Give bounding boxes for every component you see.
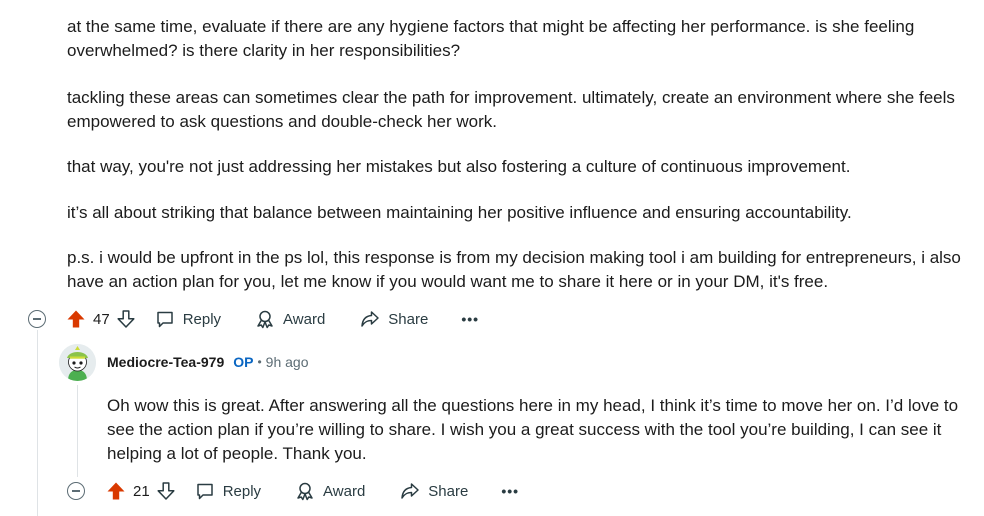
award-icon bbox=[257, 310, 273, 329]
award-button[interactable]: Award bbox=[295, 481, 365, 501]
reply-button[interactable]: Reply bbox=[155, 309, 221, 329]
share-label: Share bbox=[388, 310, 429, 328]
share-label: Share bbox=[428, 482, 469, 500]
collapse-icon[interactable] bbox=[28, 310, 46, 328]
comment-paragraph: at the same time, evaluate if there are … bbox=[67, 17, 915, 60]
more-options-button[interactable]: ••• bbox=[501, 483, 519, 499]
upvote-button[interactable] bbox=[66, 309, 86, 329]
vote-count: 47 bbox=[93, 310, 110, 328]
reply-thread-line[interactable] bbox=[77, 385, 78, 477]
downvote-button[interactable] bbox=[156, 481, 176, 501]
more-icon: ••• bbox=[461, 311, 480, 327]
comment-paragraph: it’s all about striking that balance bet… bbox=[67, 203, 852, 222]
vote-count: 21 bbox=[133, 482, 150, 500]
comment-paragraph: that way, you're not just addressing her… bbox=[67, 157, 851, 176]
more-options-button[interactable]: ••• bbox=[461, 311, 479, 327]
username-link[interactable]: Mediocre-Tea-979 bbox=[107, 354, 224, 370]
reply-label: Reply bbox=[222, 482, 262, 500]
share-icon bbox=[361, 311, 380, 327]
comment-timestamp[interactable]: 9h ago bbox=[266, 354, 309, 370]
reply-button[interactable]: Reply bbox=[195, 481, 261, 501]
upvote-icon bbox=[107, 482, 125, 500]
reply-label: Reply bbox=[182, 310, 222, 328]
reply-action-bar: 21 Reply Award Share ••• bbox=[67, 477, 519, 505]
award-icon bbox=[297, 482, 313, 501]
share-button[interactable]: Share bbox=[360, 309, 428, 329]
more-icon: ••• bbox=[501, 483, 520, 499]
downvote-icon bbox=[117, 310, 135, 328]
reply-comment-header: Mediocre-Tea-979 OP • 9h ago bbox=[59, 342, 309, 382]
share-icon bbox=[401, 483, 420, 499]
avatar[interactable] bbox=[59, 343, 96, 381]
comment-paragraph: p.s. i would be upfront in the ps lol, t… bbox=[67, 248, 961, 291]
downvote-button[interactable] bbox=[116, 309, 136, 329]
award-label: Award bbox=[323, 482, 366, 500]
award-label: Award bbox=[283, 310, 326, 328]
thread-line[interactable] bbox=[37, 330, 38, 516]
collapse-icon[interactable] bbox=[67, 482, 85, 500]
share-button[interactable]: Share bbox=[400, 481, 468, 501]
upvote-button[interactable] bbox=[106, 481, 126, 501]
upvote-icon bbox=[67, 310, 85, 328]
award-button[interactable]: Award bbox=[255, 309, 325, 329]
avatar-image bbox=[59, 343, 96, 381]
downvote-icon bbox=[157, 482, 175, 500]
comment-thread: at the same time, evaluate if there are … bbox=[0, 0, 984, 516]
comment-paragraph: tackling these areas can sometimes clear… bbox=[67, 88, 955, 131]
op-badge: OP bbox=[233, 354, 254, 370]
reply-comment-body: Oh wow this is great. After answering al… bbox=[107, 396, 959, 463]
meta-separator: • bbox=[257, 355, 262, 369]
comment-action-bar: 47 Reply Award Share ••• bbox=[28, 305, 479, 333]
reply-icon bbox=[156, 311, 173, 328]
reply-icon bbox=[196, 483, 213, 500]
